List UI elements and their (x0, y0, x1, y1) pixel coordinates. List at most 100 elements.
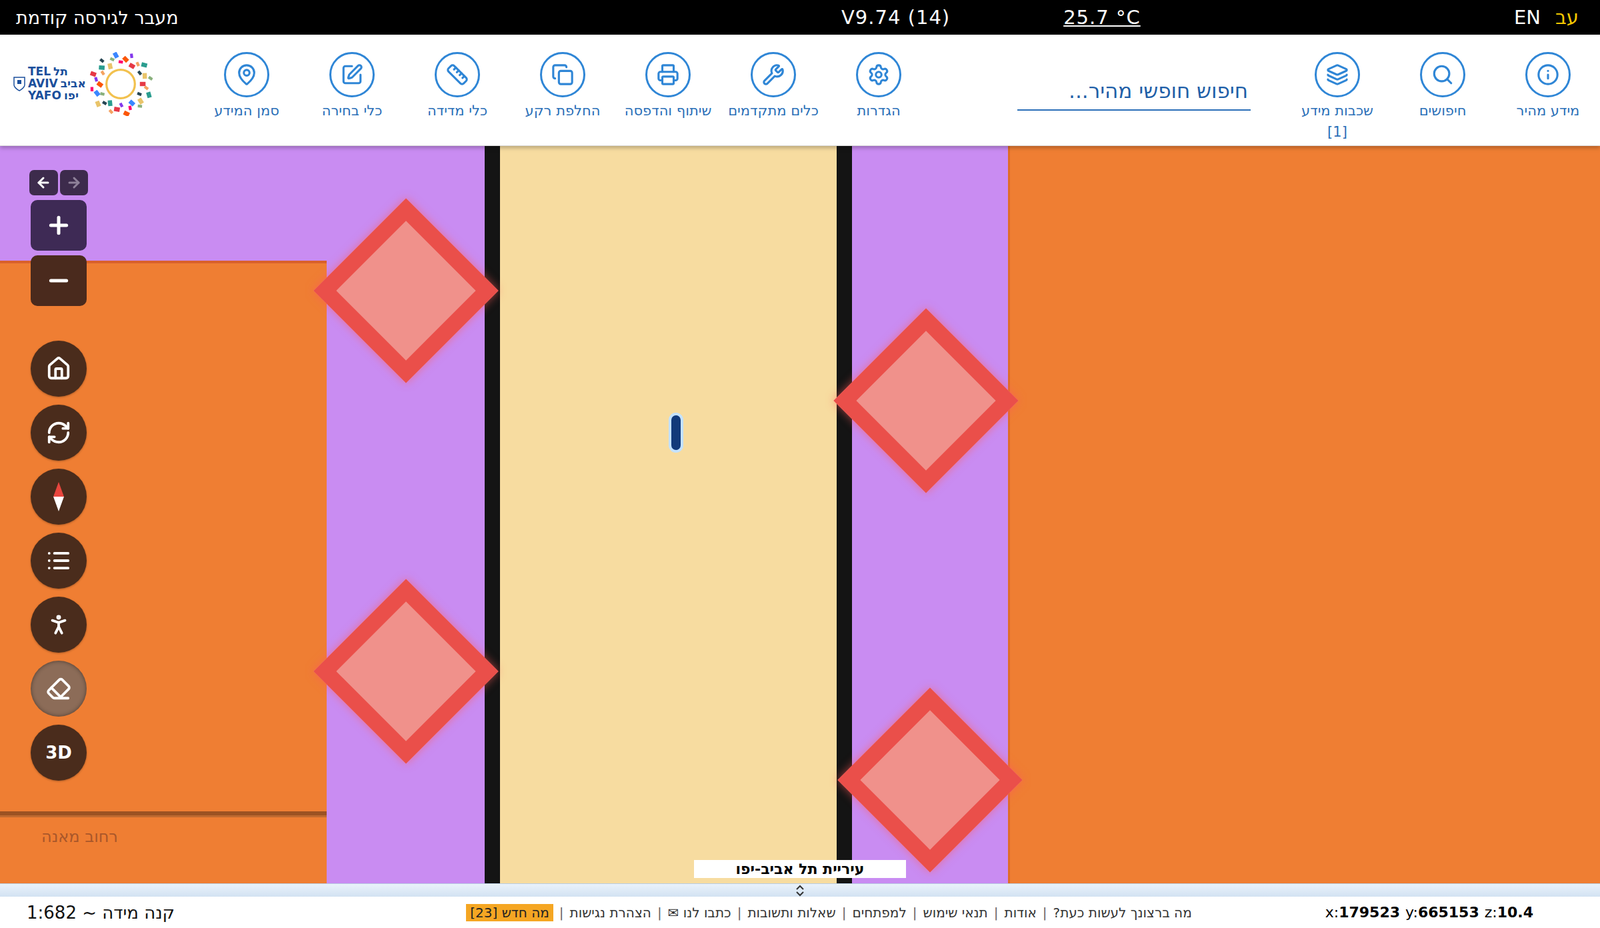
coordinate: x:179523 (1325, 904, 1400, 921)
toolbar-label: כלי מדידה (427, 102, 488, 119)
forward-button[interactable] (60, 170, 89, 196)
language-option[interactable]: עב (1555, 6, 1579, 29)
control-label: 3D (45, 742, 72, 763)
compass-button[interactable] (30, 468, 87, 525)
toolbar-button[interactable]: הגדרות (832, 52, 926, 119)
toolbar-icon-ring (329, 52, 375, 98)
toolbar-button[interactable]: מידע מהיר (1501, 52, 1595, 119)
whats-new-badge[interactable]: מה חדש [23] (466, 904, 554, 922)
toolbar-icon-ring (1314, 52, 1360, 98)
home-icon (46, 356, 72, 382)
toolbar-label: שכבות מידע (1301, 102, 1374, 119)
panel-toggle[interactable] (0, 883, 1600, 897)
language-option[interactable]: EN (1514, 6, 1541, 29)
toolbar-button[interactable]: כלי בחירה (305, 52, 399, 119)
separator: | (994, 904, 999, 921)
toolbar-button[interactable]: כלים מתקדמים (726, 52, 820, 119)
tool-icon (1326, 63, 1349, 86)
logo-row: TELתל (28, 66, 86, 78)
toolbar-button[interactable]: חיפושים (1396, 52, 1490, 119)
previous-version-link[interactable]: מעבר לגירסה קודמת (16, 7, 842, 28)
toolbar-button[interactable]: החלפת רקע (516, 52, 610, 119)
city-logo[interactable]: TELתלAVIVאביבYAFOיפו (13, 52, 153, 116)
logo-row: YAFOיפו (28, 90, 86, 102)
map-watermark: עיריית תל אביב-יפו (694, 860, 906, 878)
toolbar-icon-ring (856, 52, 902, 98)
tool-icon (1536, 63, 1560, 86)
app: מעבר לגירסה קודמתV9.74 (14)25.7 °C EN עב מי… (0, 0, 1600, 928)
toolbar-button[interactable]: שכבות מידע [1] (1290, 52, 1384, 140)
map-controls: 3D (29, 170, 88, 781)
separator: | (842, 904, 847, 921)
map-scale: קנה מידה ~ 1:682 (26, 902, 175, 923)
road (484, 146, 852, 884)
logo-row: AVIVאביב (28, 78, 86, 90)
top-bar: מעבר לגירסה קודמתV9.74 (14)25.7 °C EN עב (0, 0, 1600, 35)
separator: | (737, 904, 742, 921)
parcel-zone (0, 817, 327, 884)
toolbar-button[interactable]: שיתוף והדפסה (621, 52, 715, 119)
history-controls (29, 170, 88, 196)
zoom-in-button[interactable] (30, 200, 87, 251)
tool-icon (762, 63, 785, 86)
coordinate: z:10.4 (1484, 904, 1534, 921)
toolbar-button[interactable]: כלי מדידה (410, 52, 504, 119)
toolbar-label: החלפת רקע (525, 102, 601, 119)
list-icon (46, 548, 72, 574)
refresh-button[interactable] (30, 404, 87, 461)
plus-icon (45, 212, 72, 239)
eraser-button[interactable] (30, 660, 87, 717)
footer-link[interactable]: תנאי שימוש (923, 904, 988, 921)
tool-icon (551, 63, 574, 86)
toolbar-button[interactable]: סמן המידע (200, 52, 294, 119)
toolbar-label: כלי בחירה (322, 102, 383, 119)
status-bar: x:179523 y:665153z:10.4 מה ברצונך לעשות כע… (0, 883, 1600, 928)
temperature[interactable]: 25.7 °C (1063, 6, 1141, 29)
refresh-icon (46, 420, 72, 446)
back-button[interactable] (29, 170, 58, 196)
footer-link[interactable]: אודות (1004, 904, 1037, 921)
arrow-right-icon (66, 174, 82, 191)
toolbar-label: כלים מתקדמים (728, 102, 819, 119)
toolbar-icon-ring (1420, 52, 1466, 98)
land-parcel (1008, 146, 1600, 884)
toolbar-label: הגדרות (856, 102, 900, 119)
separator: | (912, 904, 918, 921)
person-icon (46, 612, 72, 638)
logo-text: TELתלAVIVאביבYAFOיפו (28, 66, 86, 102)
top-info: V9.74 (14)25.7 °C (841, 6, 1141, 29)
tool-icon (446, 63, 469, 86)
footer-link[interactable]: שאלות ותשובות (747, 904, 836, 921)
toolbar-label: סמן המידע (214, 102, 280, 119)
tool-icon (340, 63, 364, 86)
map-tool-buttons: 3D (30, 340, 87, 781)
map[interactable]: רחוב מאנה עיריית תל אביב-יפו 3D (0, 146, 1600, 884)
toolbar-badge: [1] (1327, 124, 1348, 140)
zoom-out-button[interactable] (30, 255, 87, 306)
3d-button[interactable]: 3D (30, 724, 87, 781)
toolbar-icon-ring (224, 52, 270, 98)
footer-link[interactable]: מה ברצונך לעשות כעת? (1053, 904, 1192, 921)
expand-arrows-icon (795, 884, 805, 897)
person-button[interactable] (30, 596, 87, 653)
toolbar: מידע מהירחיפושים שכבות מידע [1] הגדרות כלים … (0, 34, 1600, 146)
separator: | (1042, 904, 1048, 921)
street-label: רחוב מאנה (41, 827, 118, 846)
search-input[interactable] (1017, 76, 1251, 111)
map-marker[interactable] (668, 412, 684, 453)
coordinate: y:665153 (1405, 904, 1480, 921)
lot-line (0, 811, 327, 818)
footer-link[interactable]: כתבו לנו ✉ (668, 904, 732, 921)
home-button[interactable] (30, 340, 87, 397)
toolbar-icon-ring (645, 52, 691, 98)
list-button[interactable] (30, 532, 87, 589)
tool-icon (656, 63, 680, 86)
footer-link[interactable]: הצהרת נגישות (570, 904, 652, 921)
toolbar-icon-ring (434, 52, 480, 98)
language-switch: EN עב (1140, 6, 1584, 29)
emblem-icon (13, 76, 26, 92)
tool-icon (867, 63, 890, 86)
status-row: x:179523 y:665153z:10.4 מה ברצונך לעשות כע… (0, 896, 1600, 928)
footer-link[interactable]: למפתחים (852, 904, 906, 921)
tool-icon (235, 63, 258, 86)
